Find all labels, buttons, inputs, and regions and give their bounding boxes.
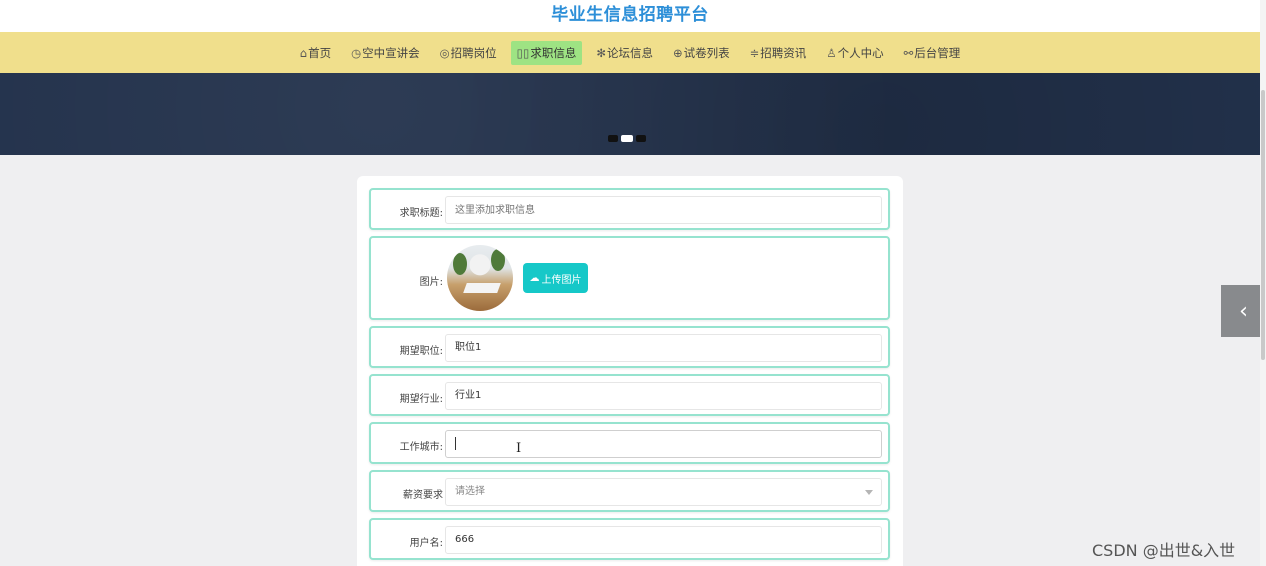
carousel-dot-2[interactable] — [621, 135, 633, 142]
row-salary: 薪资要求 请选择 — [369, 470, 890, 512]
nav-item-label: 论坛信息 — [606, 45, 653, 60]
nav-item-7[interactable]: ♙个人中心 — [820, 41, 889, 65]
nav-item-label: 后台管理 — [914, 45, 961, 60]
city-input[interactable]: I — [445, 430, 882, 458]
upload-button-label: 上传图片 — [541, 274, 582, 286]
nav-item-8[interactable]: ⚯后台管理 — [898, 41, 967, 65]
nav-item-5[interactable]: ⊕试卷列表 — [667, 41, 736, 65]
compass-icon: ◎ — [439, 45, 450, 60]
carousel-dot-3[interactable] — [636, 135, 646, 142]
nav-item-4[interactable]: ✻论坛信息 — [590, 41, 659, 65]
image-label: 图片: — [419, 277, 443, 288]
row-position: 期望职位: 职位1 — [369, 326, 890, 368]
user-icon: ♙ — [826, 45, 837, 60]
clock-icon: ◷ — [351, 45, 362, 60]
nav-item-label: 试卷列表 — [683, 45, 730, 60]
position-input[interactable]: 职位1 — [445, 334, 882, 362]
nav-item-label: 个人中心 — [837, 45, 884, 60]
nav-item-1[interactable]: ◷空中宣讲会 — [345, 41, 426, 65]
nav-item-0[interactable]: ⌂首页 — [294, 41, 337, 65]
row-title: 求职标题: — [369, 188, 890, 230]
watermark: CSDN @出世&入世 — [1092, 541, 1236, 560]
upload-image-button[interactable]: ☁ 上传图片 — [523, 263, 588, 293]
asterisk-icon: ✻ — [596, 45, 606, 60]
site-title: 毕业生信息招聘平台 — [551, 5, 709, 25]
cloud-upload-icon: ☁ — [529, 272, 540, 284]
title-label: 求职标题: — [399, 208, 443, 219]
globe-icon: ⊕ — [672, 45, 683, 60]
row-city: 工作城市: I — [369, 422, 890, 464]
salary-select[interactable]: 请选择 — [445, 478, 882, 506]
list-icon: ≑ — [749, 45, 760, 60]
city-label: 工作城市: — [399, 442, 443, 453]
main-nav: ⌂首页 ◷空中宣讲会 ◎招聘岗位 ▯▯求职信息 ✻论坛信息 ⊕试卷列表 ≑招聘资讯 ♙个人中心… — [0, 32, 1260, 73]
nav-item-6[interactable]: ≑招聘资讯 — [744, 41, 813, 65]
row-image: 图片: ☁ 上传图片 — [369, 236, 890, 320]
position-label: 期望职位: — [399, 346, 443, 357]
chevron-left-icon: ‹ — [1239, 298, 1248, 324]
header: 毕业生信息招聘平台 — [0, 0, 1260, 32]
salary-select-value: 请选择 — [455, 486, 485, 497]
uploaded-image-thumbnail — [447, 245, 513, 311]
nav-item-label: 招聘资讯 — [760, 45, 807, 60]
doc-icon: ▯▯ — [516, 45, 530, 60]
industry-label: 期望行业: — [399, 394, 443, 405]
nav-item-label: 求职信息 — [530, 45, 577, 60]
nav-item-label: 首页 — [308, 45, 332, 60]
banner-carousel — [0, 73, 1260, 155]
nav-item-label: 空中宣讲会 — [362, 45, 420, 60]
ibeam-cursor-icon: I — [516, 441, 522, 456]
salary-label: 薪资要求 — [403, 490, 443, 501]
row-username: 用户名: 666 — [369, 518, 890, 560]
username-label: 用户名: — [409, 538, 443, 549]
nav-item-2[interactable]: ◎招聘岗位 — [434, 41, 503, 65]
username-input[interactable]: 666 — [445, 526, 882, 554]
title-input[interactable] — [445, 196, 882, 224]
industry-input[interactable]: 行业1 — [445, 382, 882, 410]
job-seeking-form: 求职标题: 图片: ☁ 上传图片 期望职位: 职位1 期望行业: 行业1 工作城… — [357, 176, 903, 566]
nav-item-3[interactable]: ▯▯求职信息 — [510, 40, 583, 65]
scrollbar-thumb[interactable] — [1261, 90, 1265, 360]
chevron-down-icon — [865, 490, 873, 495]
home-icon: ⌂ — [299, 45, 308, 60]
link-icon: ⚯ — [903, 45, 914, 60]
text-caret — [455, 437, 456, 450]
carousel-dot-1[interactable] — [608, 135, 618, 142]
row-industry: 期望行业: 行业1 — [369, 374, 890, 416]
nav-item-label: 招聘岗位 — [450, 45, 497, 60]
carousel-indicators — [608, 135, 646, 142]
